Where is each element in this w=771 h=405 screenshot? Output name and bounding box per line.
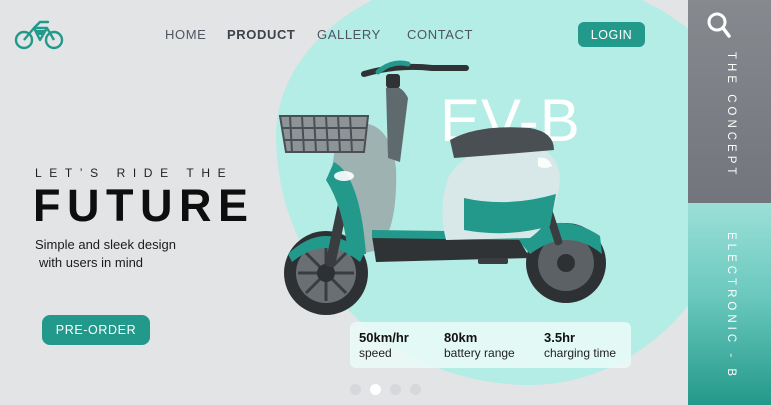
hero-tagline: LET’S RIDE THE: [35, 166, 234, 180]
spec-speed-label: speed: [359, 346, 392, 360]
hero-subtitle-line2: with users in mind: [39, 255, 144, 270]
hero-headline: FUTURE: [33, 180, 255, 231]
login-button[interactable]: LOGIN: [578, 22, 645, 47]
search-icon[interactable]: [707, 12, 731, 38]
hero-subtitle: Simple and sleek design with users in mi…: [35, 236, 176, 272]
nav-product[interactable]: PRODUCT: [227, 27, 295, 42]
nav-contact[interactable]: CONTACT: [407, 27, 473, 42]
spec-charging-label: charging time: [544, 346, 617, 360]
spec-charging: 3.5hr charging time: [544, 330, 616, 361]
spec-range-value: 80km: [444, 330, 478, 345]
spec-range-label: battery range: [444, 346, 515, 360]
hero-subtitle-line1: Simple and sleek design: [35, 237, 176, 252]
nav-gallery[interactable]: GALLERY: [317, 27, 381, 42]
specs-card: 50km/hr speed 80km battery range 3.5hr c…: [350, 322, 631, 368]
rail-concept-label[interactable]: THE CONCEPT: [725, 52, 737, 178]
landing-page: HOME PRODUCT GALLERY CONTACT LOGIN LET’S…: [0, 0, 771, 405]
carousel-dot-4[interactable]: [410, 384, 421, 395]
spec-charging-value: 3.5hr: [544, 330, 576, 345]
nav-home[interactable]: HOME: [165, 27, 206, 42]
carousel-dot-2[interactable]: [370, 384, 381, 395]
spec-speed-value: 50km/hr: [359, 330, 409, 345]
spec-range: 80km battery range: [444, 330, 515, 361]
rail-electronic-label[interactable]: ELECTRONIC - B: [725, 232, 737, 380]
preorder-button[interactable]: PRE-ORDER: [42, 315, 150, 345]
carousel-dot-3[interactable]: [390, 384, 401, 395]
carousel-dot-1[interactable]: [350, 384, 361, 395]
scooter-image: [278, 60, 606, 315]
spec-speed: 50km/hr speed: [359, 330, 409, 361]
bicycle-logo-icon[interactable]: [14, 20, 66, 50]
